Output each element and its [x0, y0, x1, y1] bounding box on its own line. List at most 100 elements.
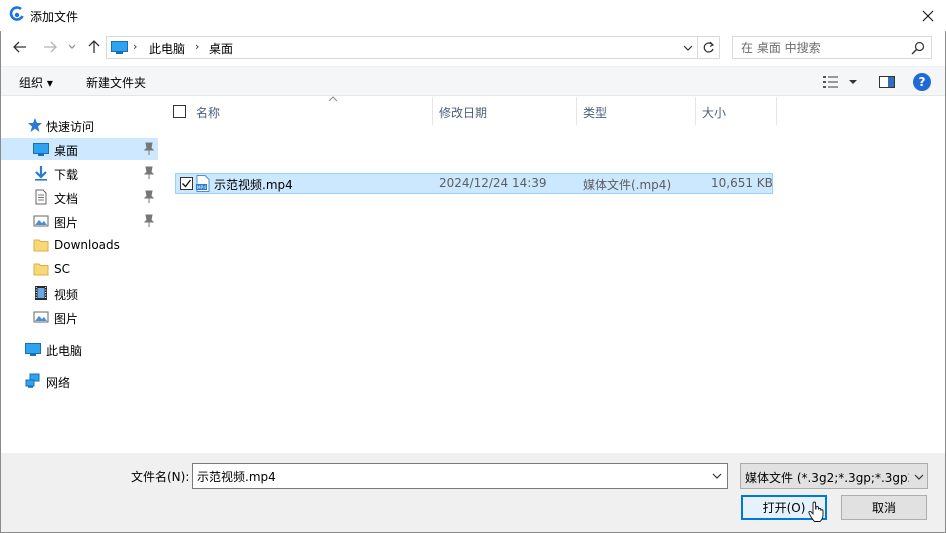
nav-this-pc-label: 此电脑 [46, 344, 83, 358]
arrow-right-icon [44, 41, 57, 53]
folder-icon [33, 263, 49, 276]
star-icon [28, 118, 42, 132]
column-modified-label: 修改日期 [439, 106, 488, 120]
nav-item-label: Downloads [54, 238, 120, 252]
filename-combo[interactable] [192, 463, 728, 489]
nav-network[interactable]: 网络 [1, 370, 158, 392]
filetype-select[interactable]: 媒体文件 (*.3g2;*.3gp;*.3gp2; [740, 463, 928, 489]
filetype-value: 媒体文件 (*.3g2;*.3gp;*.3gp2; [745, 471, 909, 485]
column-size[interactable]: 大小 [696, 97, 777, 125]
nav-item-label: 图片 [54, 312, 79, 326]
pin-icon[interactable] [143, 142, 155, 156]
close-icon [922, 10, 934, 22]
svg-text:MP4: MP4 [197, 185, 207, 191]
change-view-button[interactable] [821, 72, 861, 92]
nav-item-downloads[interactable]: 下载 [1, 162, 158, 184]
forward-button[interactable] [39, 36, 61, 58]
title-bar: 添加文件 [0, 0, 946, 31]
mp4-file-icon: MP4 [196, 175, 210, 192]
file-row-checkbox[interactable] [180, 177, 193, 190]
chevron-down-icon [68, 44, 76, 49]
column-modified[interactable]: 修改日期 [433, 97, 577, 125]
nav-item-label: 文档 [54, 192, 79, 206]
chevron-down-icon[interactable] [711, 470, 723, 482]
file-name: 示范视频.mp4 [214, 178, 293, 192]
column-name-label: 名称 [196, 106, 221, 120]
select-all-checkbox[interactable] [173, 105, 186, 118]
column-name[interactable]: 名称 [190, 96, 433, 125]
nav-item-sc-folder[interactable]: SC [1, 258, 158, 280]
nav-item-desktop[interactable]: 桌面 [1, 138, 158, 160]
download-icon [35, 166, 47, 181]
app-logo-icon [9, 6, 24, 21]
folder-icon [33, 239, 49, 252]
recent-locations-button[interactable] [64, 36, 80, 58]
chevron-down-icon[interactable] [681, 41, 695, 55]
nav-quick-access[interactable]: 快速访问 [1, 114, 158, 136]
cancel-button[interactable]: 取消 [841, 495, 927, 520]
column-header: 名称 修改日期 类型 大小 [162, 96, 945, 125]
nav-item-label: 桌面 [54, 144, 79, 158]
monitor-icon [111, 41, 128, 54]
pin-icon[interactable] [143, 190, 155, 204]
column-type-label: 类型 [583, 106, 608, 120]
refresh-icon [703, 41, 715, 53]
search-icon[interactable] [911, 41, 925, 55]
breadcrumb-this-pc[interactable]: 此电脑 [149, 40, 185, 57]
chevron-down-icon [914, 474, 924, 480]
checkmark-icon [182, 179, 192, 188]
file-type: 媒体文件(.mp4) [583, 178, 672, 192]
picture-icon [33, 311, 49, 323]
refresh-button[interactable] [698, 36, 720, 59]
dialog-footer: 文件名(N): 媒体文件 (*.3g2;*.3gp;*.3gp2; 打开(O) … [1, 453, 945, 532]
nav-item-pictures[interactable]: 图片 [1, 210, 158, 232]
nav-item-label: 视频 [54, 288, 79, 302]
arrow-left-icon [13, 41, 26, 53]
file-row[interactable]: MP4 示范视频.mp4 2024/12/24 14:39 媒体文件(.mp4)… [175, 173, 773, 194]
arrow-up-icon [88, 40, 100, 53]
preview-pane-icon [879, 76, 895, 88]
nav-item-videos[interactable]: 视频 [1, 282, 158, 304]
file-list: 名称 修改日期 类型 大小 MP4 示范视频.mp4 2024/12/24 14… [162, 96, 945, 453]
details-view-icon [823, 76, 857, 88]
filename-input[interactable] [193, 464, 705, 488]
preview-pane-button[interactable] [877, 72, 897, 92]
search-input[interactable] [733, 37, 903, 58]
nav-item-documents[interactable]: 文档 [1, 186, 158, 208]
window-title: 添加文件 [30, 10, 79, 24]
column-size-label: 大小 [702, 106, 727, 120]
up-button[interactable] [83, 36, 105, 58]
nav-quick-access-label: 快速访问 [46, 120, 95, 134]
new-folder-button[interactable]: 新建文件夹 [86, 74, 146, 91]
sort-ascending-icon [328, 96, 338, 102]
pin-icon[interactable] [143, 166, 155, 180]
organize-button[interactable]: 组织 ▾ [19, 74, 53, 91]
command-bar: 组织 ▾ 新建文件夹 ? [1, 66, 945, 96]
pin-icon[interactable] [143, 214, 155, 228]
nav-item-label: 下载 [54, 168, 79, 182]
nav-network-label: 网络 [46, 376, 71, 390]
close-button[interactable] [914, 4, 942, 28]
navigation-pane: 快速访问 桌面 下载 文档 图片 Downloads SC 视频 图片 此电脑 … [1, 97, 158, 453]
filename-label: 文件名(N): [131, 470, 190, 484]
nav-item-downloads-folder[interactable]: Downloads [1, 234, 158, 256]
nav-item-pictures-2[interactable]: 图片 [1, 306, 158, 328]
search-box[interactable] [732, 36, 932, 59]
help-button[interactable]: ? [913, 73, 931, 91]
nav-this-pc[interactable]: 此电脑 [1, 338, 158, 360]
picture-icon [33, 215, 49, 227]
breadcrumb-separator: › [195, 40, 200, 53]
computer-icon [25, 343, 41, 356]
back-button[interactable] [9, 36, 31, 58]
nav-item-label: 图片 [54, 216, 79, 230]
nav-item-label: SC [54, 262, 70, 276]
column-type[interactable]: 类型 [577, 97, 696, 125]
breadcrumb-desktop[interactable]: 桌面 [209, 40, 233, 57]
network-icon [25, 373, 40, 388]
file-modified: 2024/12/24 14:39 [439, 176, 547, 190]
address-bar[interactable]: › 此电脑 › 桌面 [106, 36, 698, 59]
desktop-icon [33, 143, 49, 156]
file-size: 10,651 KB [711, 176, 773, 190]
hand-cursor-icon [808, 501, 824, 522]
video-icon [35, 286, 47, 300]
